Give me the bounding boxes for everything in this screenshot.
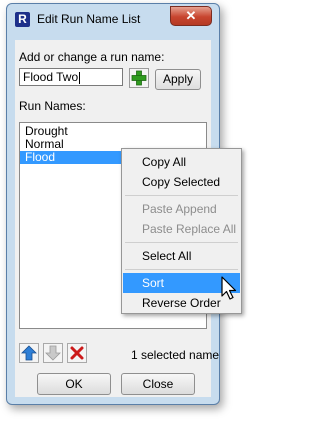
arrow-up-icon [21,345,37,361]
app-icon: R [15,12,30,27]
menu-separator [125,195,238,196]
menu-separator [125,269,238,270]
menu-item-copy-all[interactable]: Copy All [123,152,240,172]
title-bar[interactable]: R Edit Run Name List ✕ [7,4,219,32]
menu-separator [125,242,238,243]
mouse-cursor-icon [221,276,237,300]
close-button[interactable]: Close [121,373,195,395]
run-names-label: Run Names: [19,99,86,113]
delete-button[interactable] [67,343,87,363]
selection-status: 1 selected name [131,348,220,362]
move-up-button[interactable] [19,343,39,363]
ok-button[interactable]: OK [37,373,111,395]
run-name-label: Add or change a run name: [19,50,165,64]
add-button[interactable] [129,68,149,88]
menu-item-select-all[interactable]: Select All [123,246,240,266]
plus-icon [131,70,147,86]
menu-item-paste-replace-all: Paste Replace All [142,222,237,236]
menu-item-copy-selected[interactable]: Copy Selected [123,172,240,192]
text-caret [79,71,81,84]
arrow-down-icon [45,345,61,361]
run-name-input[interactable]: Flood Two [19,68,123,86]
window-title: Edit Run Name List [37,12,141,26]
close-window-button[interactable]: ✕ [170,6,212,26]
run-name-value: Flood Two [23,70,79,84]
move-down-button[interactable] [43,343,63,363]
apply-button[interactable]: Apply [155,69,201,90]
menu-item-paste-append: Paste Append [142,202,217,216]
delete-x-icon [70,346,84,360]
